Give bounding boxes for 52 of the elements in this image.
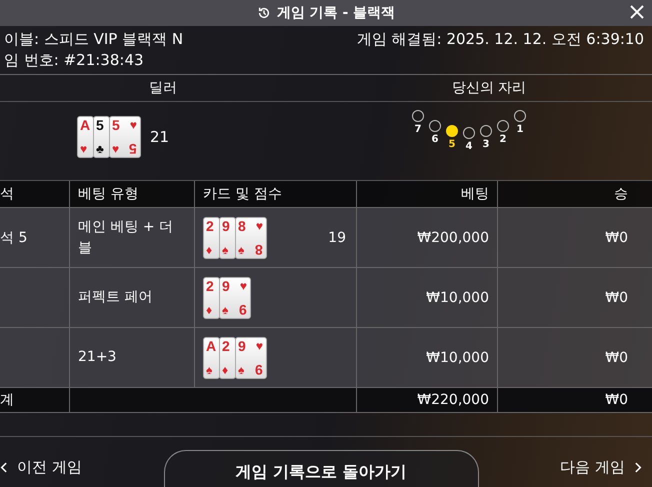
chevron-right-icon <box>635 462 642 472</box>
playing-card: 8 ♠ ♥ 8 <box>235 216 267 258</box>
seat-number: 4 <box>466 141 472 152</box>
chevron-left-icon <box>0 462 7 472</box>
dealer-heading: 딜러 <box>0 75 326 102</box>
column-header: 베팅 유형 <box>70 181 195 207</box>
history-icon <box>256 6 271 20</box>
table-cell-text: 21+3 <box>78 348 116 367</box>
next-game-link[interactable]: 다음 게임 <box>560 458 642 476</box>
playing-card: A ♥ <box>76 116 94 158</box>
previous-game-link[interactable]: 이전 게임 <box>0 458 82 476</box>
table-cell: 계 <box>0 391 14 409</box>
table-cell: ₩0 <box>605 290 628 306</box>
seat-number: 3 <box>482 139 490 150</box>
seat-number: 7 <box>414 124 422 135</box>
playing-card: 5 ♥ ♥ 5 <box>108 116 141 158</box>
table-cell-text: 퍼펙트 페어 <box>78 288 152 307</box>
column-header: 승 <box>613 185 629 204</box>
table-cell: 석 5 <box>0 228 28 246</box>
dealer-score: 21 <box>150 128 170 146</box>
close-icon <box>630 5 644 19</box>
resolved-time: 게임 해결됨: 2025. 12. 12. 오전 6:39:10 <box>356 30 644 49</box>
table-cell: ₩10,000 <box>426 290 489 306</box>
playing-card: 9 ♠ <box>219 216 236 258</box>
playing-card: 2 ♦ <box>203 216 220 258</box>
table-cell: ₩0 <box>605 350 628 366</box>
window-title: 게임 기록 - 블랙잭 <box>276 4 396 22</box>
playing-card: 2 ♦ <box>203 276 220 318</box>
playing-card: A ♠ <box>203 336 220 378</box>
close-button[interactable] <box>630 5 644 19</box>
playing-card: 5 ♣ <box>92 116 110 158</box>
column-header: 석 <box>0 181 70 207</box>
game-number: 임 번호: #21:38:43 <box>4 51 144 70</box>
playing-card: 2 ♦ <box>219 336 236 378</box>
hand-score: 19 <box>328 230 346 246</box>
column-header: 베팅 <box>357 181 498 207</box>
seat-number: 5 <box>448 139 456 150</box>
seat-number: 6 <box>432 134 438 145</box>
table-cell: ₩200,000 <box>417 230 489 246</box>
seat-number: 1 <box>516 124 524 135</box>
table-cell: ₩220,000 <box>417 392 489 408</box>
column-header: 카드 및 점수 <box>195 181 357 207</box>
back-to-history-button[interactable]: 게임 기록으로 돌아가기 <box>164 450 478 487</box>
table-cell-text: 메인 베팅 + 더블 <box>78 218 174 258</box>
table-cell: ₩0 <box>605 392 628 408</box>
table-name: 이블: 스피드 VIP 블랙잭 N <box>4 30 184 49</box>
table-cell: ₩10,000 <box>426 350 489 366</box>
playing-card: 9 ♠ ♥ 9 <box>219 276 251 318</box>
table-cell: ₩0 <box>605 230 628 246</box>
playing-card: 9 ♠ ♥ 9 <box>235 336 267 378</box>
seat-number: 2 <box>500 134 506 145</box>
seat-heading: 당신의 자리 <box>326 75 652 102</box>
